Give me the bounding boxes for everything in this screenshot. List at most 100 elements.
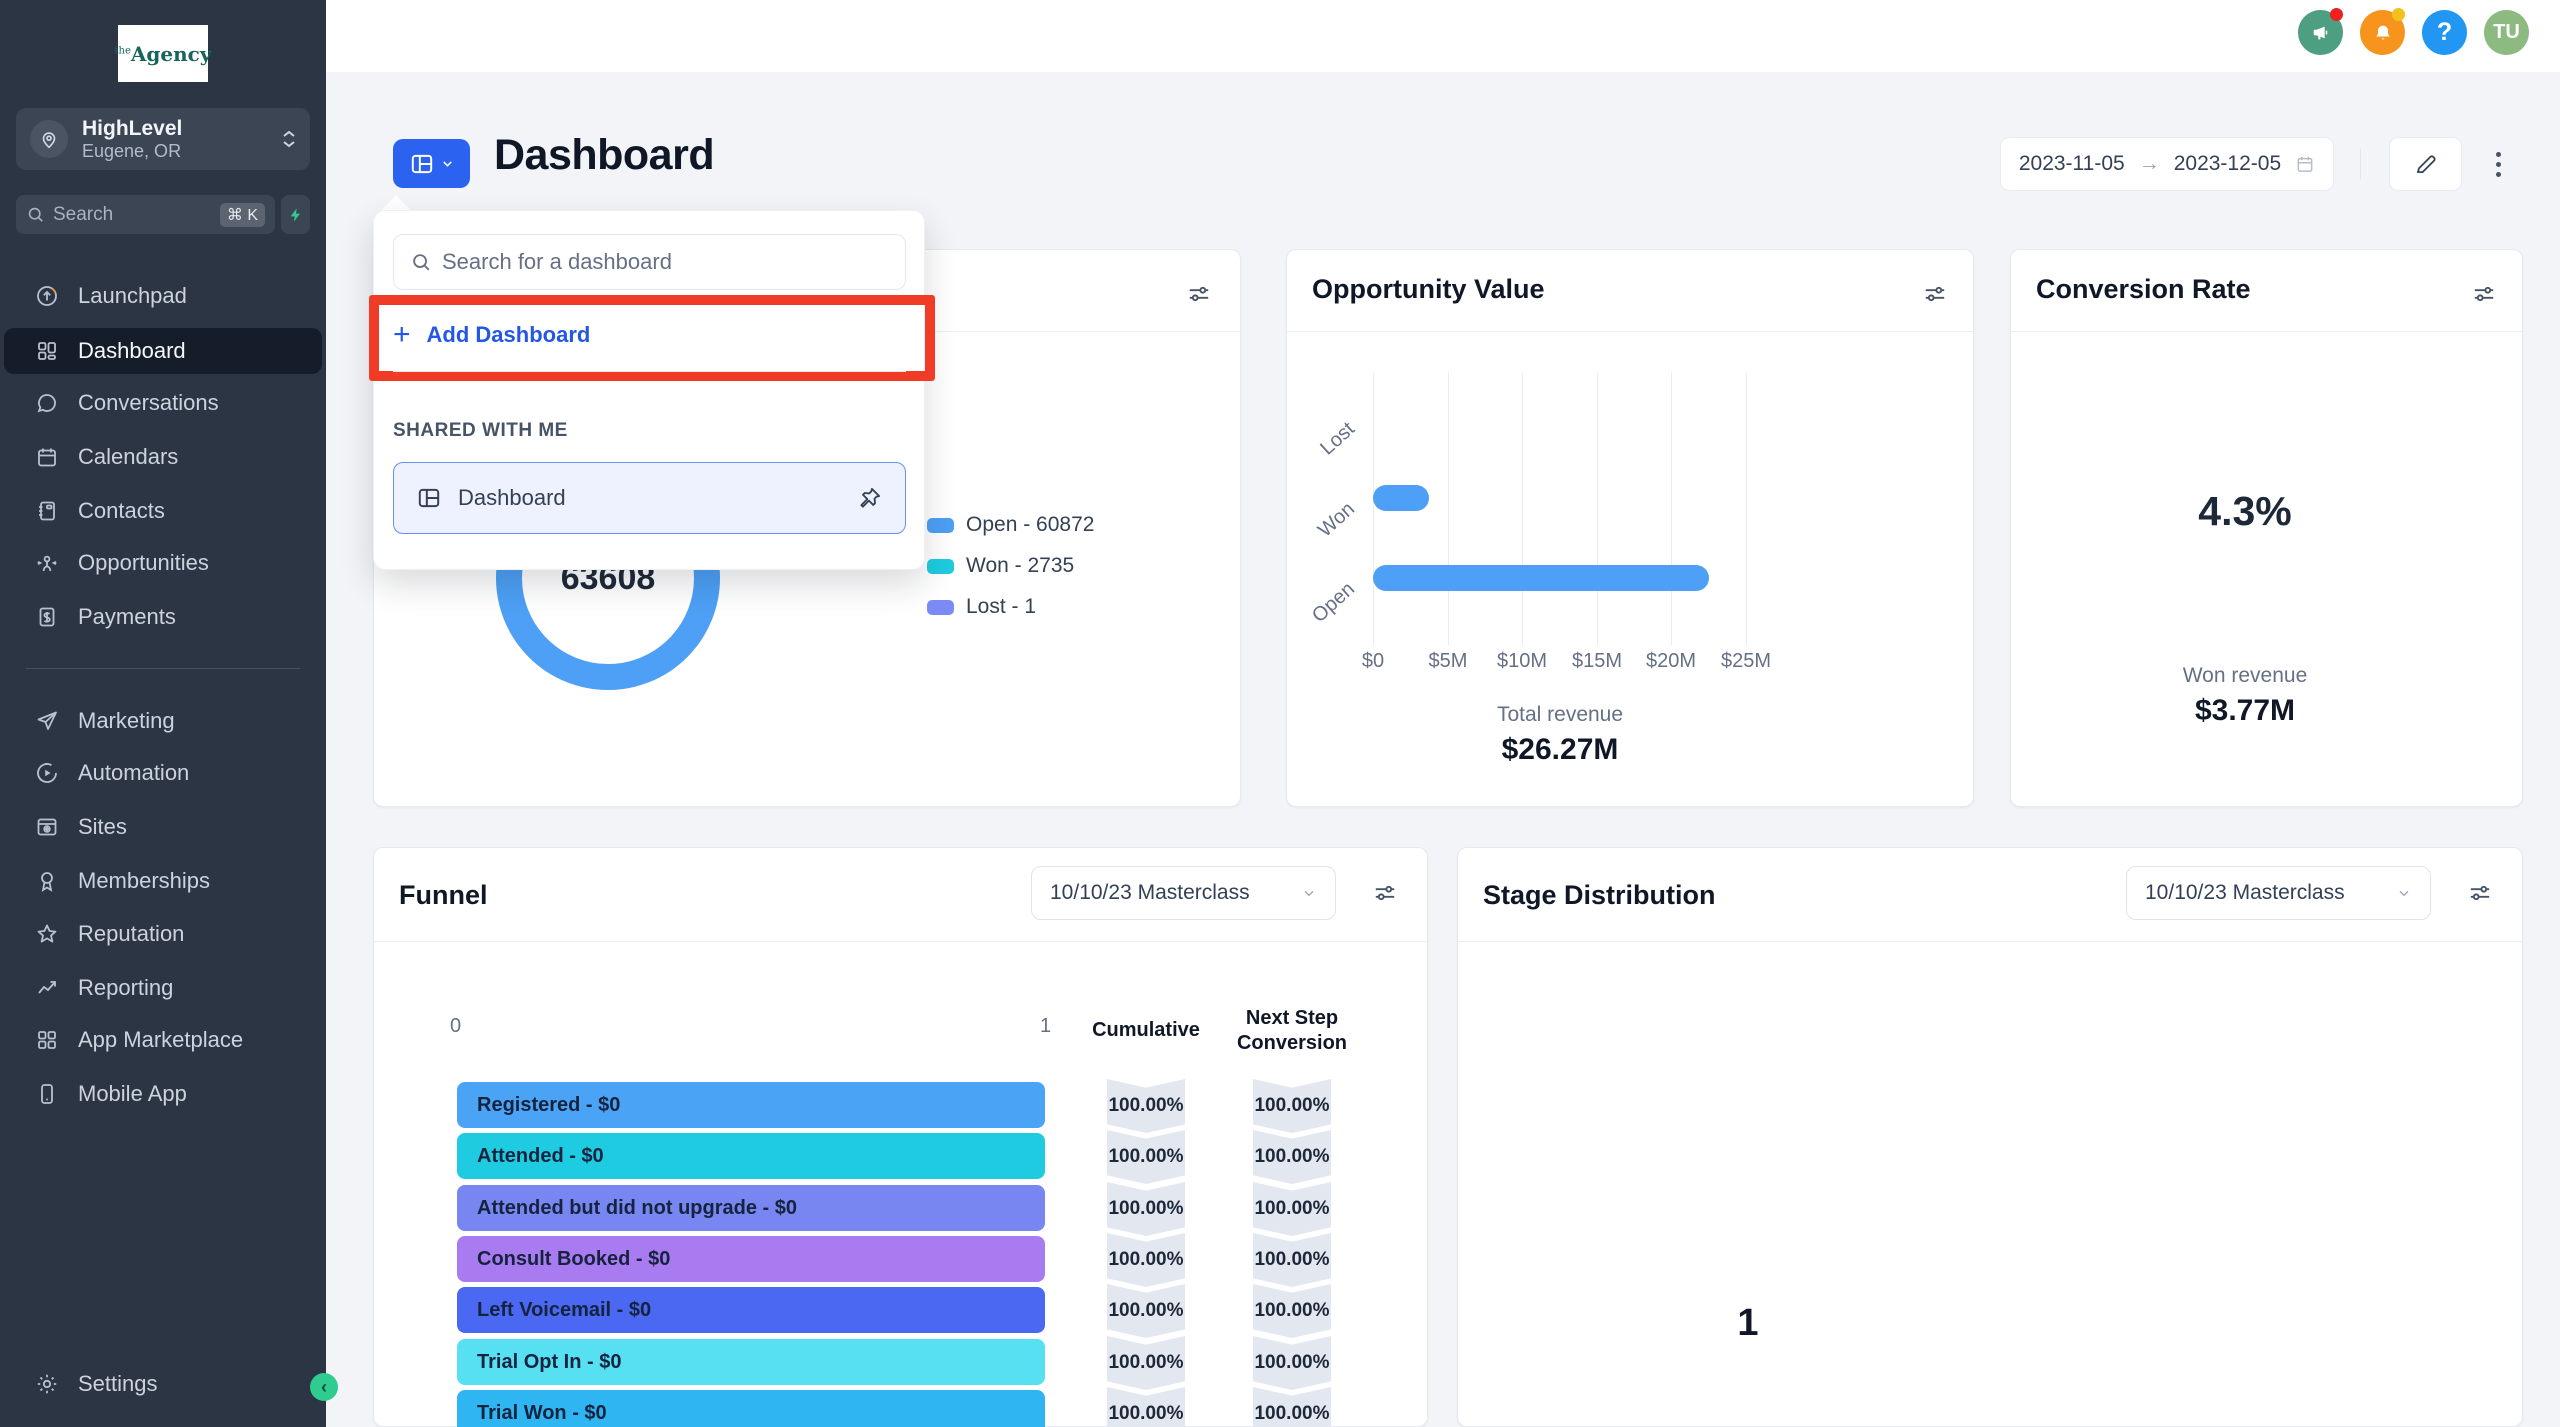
location-switcher[interactable]: HighLevel Eugene, OR: [16, 108, 310, 170]
funnel-bar: Trial Opt In - $0: [457, 1339, 1045, 1385]
legend-label: Lost - 1: [966, 595, 1036, 619]
card-title: Opportunity Value: [1312, 274, 1545, 305]
add-dashboard-button[interactable]: + Add Dashboard: [393, 305, 906, 365]
header-divider: [2360, 148, 2361, 180]
sidebar-item-calendars[interactable]: Calendars: [4, 435, 322, 479]
chip-value: 100.00%: [1254, 1403, 1329, 1425]
search-icon: [26, 205, 45, 224]
gridline: [1448, 372, 1449, 645]
calendar-icon: [2295, 154, 2315, 174]
account-text: HighLevel Eugene, OR: [82, 117, 182, 162]
location-pin-icon: [30, 120, 68, 158]
dashboard-panel-icon: [409, 151, 435, 177]
sidebar-item-label: Reporting: [78, 975, 173, 1001]
phone-icon: [34, 1081, 60, 1107]
launchpad-icon: [34, 283, 60, 309]
pencil-icon: [2414, 152, 2438, 176]
sidebar-item-mobile-app[interactable]: Mobile App: [4, 1072, 322, 1116]
app-root: theAgency HighLevel Eugene, OR Search ⌘ …: [0, 0, 2560, 1427]
date-range-picker[interactable]: 2023-11-05 → 2023-12-05: [2000, 137, 2334, 191]
chevron-down-icon: [1301, 885, 1317, 901]
sidebar-item-app-marketplace[interactable]: App Marketplace: [4, 1018, 322, 1062]
question-mark-icon: ?: [2437, 18, 2452, 47]
search-placeholder: Search: [53, 204, 212, 226]
funnel-bar-label: Consult Booked - $0: [477, 1248, 670, 1271]
sidebar-item-launchpad[interactable]: Launchpad: [4, 274, 322, 318]
chevron-down-icon: [2396, 885, 2412, 901]
card-filter-icon[interactable]: [2467, 880, 2493, 906]
shared-dashboard-label: Dashboard: [458, 485, 566, 511]
funnel-bar-label: Attended but did not upgrade - $0: [477, 1197, 797, 1220]
card-filter-icon[interactable]: [1186, 281, 1212, 307]
sidebar-item-label: Settings: [78, 1371, 158, 1397]
sidebar-item-marketing[interactable]: Marketing: [4, 699, 322, 743]
avatar-initials: TU: [2493, 21, 2520, 44]
date-start: 2023-11-05: [2019, 152, 2125, 176]
pin-icon[interactable]: [857, 485, 883, 511]
gridline: [1597, 372, 1598, 645]
sidebar-item-label: Sites: [78, 814, 127, 840]
bar-open: [1373, 565, 1709, 591]
sidebar-item-label: Contacts: [78, 498, 165, 524]
sidebar-item-conversations[interactable]: Conversations: [4, 381, 322, 425]
column-header-cumulative: Cumulative: [1086, 1018, 1206, 1043]
dashboard-panel-icon: [416, 485, 442, 511]
trend-chart-icon: [34, 975, 60, 1001]
sidebar-collapse-button[interactable]: ‹: [310, 1373, 338, 1401]
sidebar-item-settings[interactable]: Settings: [4, 1362, 322, 1406]
user-avatar[interactable]: TU: [2484, 10, 2529, 55]
card-filter-icon[interactable]: [2471, 281, 2497, 307]
legend-swatch: [927, 600, 954, 615]
sidebar-item-memberships[interactable]: Memberships: [4, 859, 322, 903]
stage-source-select[interactable]: 10/10/23 Masterclass: [2126, 866, 2431, 920]
x-tick: $25M: [1701, 650, 1791, 673]
chip-value: 100.00%: [1108, 1146, 1183, 1168]
sidebar-item-reputation[interactable]: Reputation: [4, 912, 322, 956]
automation-play-icon: [34, 760, 60, 786]
sidebar-item-automation[interactable]: Automation: [4, 751, 322, 795]
dashboard-search-input[interactable]: Search for a dashboard: [393, 234, 906, 290]
sidebar-item-dashboard[interactable]: Dashboard: [4, 328, 322, 374]
sidebar-item-label: Dashboard: [78, 338, 186, 364]
card-title: Conversion Rate: [2036, 274, 2251, 305]
funnel-bar-label: Attended - $0: [477, 1145, 604, 1168]
funnel-bar: Left Voicemail - $0: [457, 1287, 1045, 1333]
more-options-button[interactable]: [2489, 140, 2507, 188]
shared-dashboard-item[interactable]: Dashboard: [393, 462, 906, 534]
page-title: Dashboard: [494, 131, 714, 180]
edit-dashboard-button[interactable]: [2389, 137, 2462, 191]
column-header-line: Next Step: [1232, 1006, 1352, 1031]
sidebar-item-contacts[interactable]: Contacts: [4, 489, 322, 533]
chip-value: 100.00%: [1108, 1198, 1183, 1220]
sidebar-item-reporting[interactable]: Reporting: [4, 966, 322, 1010]
menu-divider: [393, 371, 906, 372]
card-filter-icon[interactable]: [1372, 880, 1398, 906]
funnel-axis-max: 1: [1040, 1015, 1051, 1038]
funnel-bar-label: Trial Won - $0: [477, 1402, 607, 1425]
card-title: Funnel: [399, 880, 488, 911]
help-button[interactable]: ?: [2422, 10, 2467, 55]
funnel-bar: Consult Booked - $0: [457, 1236, 1045, 1282]
chip-value: 100.00%: [1254, 1198, 1329, 1220]
won-revenue-value: $3.77M: [2095, 694, 2395, 728]
agency-logo-text: theAgency: [115, 42, 212, 66]
search-shortcut-badge: ⌘ K: [220, 203, 265, 227]
payments-icon: [34, 604, 60, 630]
sidebar-search-input[interactable]: Search ⌘ K: [16, 195, 275, 234]
funnel-source-select[interactable]: 10/10/23 Masterclass: [1031, 866, 1336, 920]
bell-icon: [2372, 22, 2394, 44]
dashboard-selector-button[interactable]: [393, 139, 470, 188]
chip-value: 100.00%: [1108, 1403, 1183, 1425]
sidebar-item-opportunities[interactable]: Opportunities: [4, 541, 322, 585]
notification-dot-yellow: [2392, 8, 2405, 21]
card-filter-icon[interactable]: [1922, 281, 1948, 307]
conversion-rate-value: 4.3%: [2145, 488, 2345, 535]
legend-item-open: Open - 60872: [927, 513, 1094, 537]
add-dashboard-label: Add Dashboard: [427, 322, 591, 348]
sidebar-item-label: Reputation: [78, 921, 184, 947]
sidebar-item-sites[interactable]: Sites: [4, 805, 322, 849]
quick-actions-button[interactable]: [281, 195, 310, 234]
won-revenue-label: Won revenue: [2095, 664, 2395, 688]
sidebar-item-payments[interactable]: Payments: [4, 595, 322, 639]
opportunities-icon: [34, 550, 60, 576]
